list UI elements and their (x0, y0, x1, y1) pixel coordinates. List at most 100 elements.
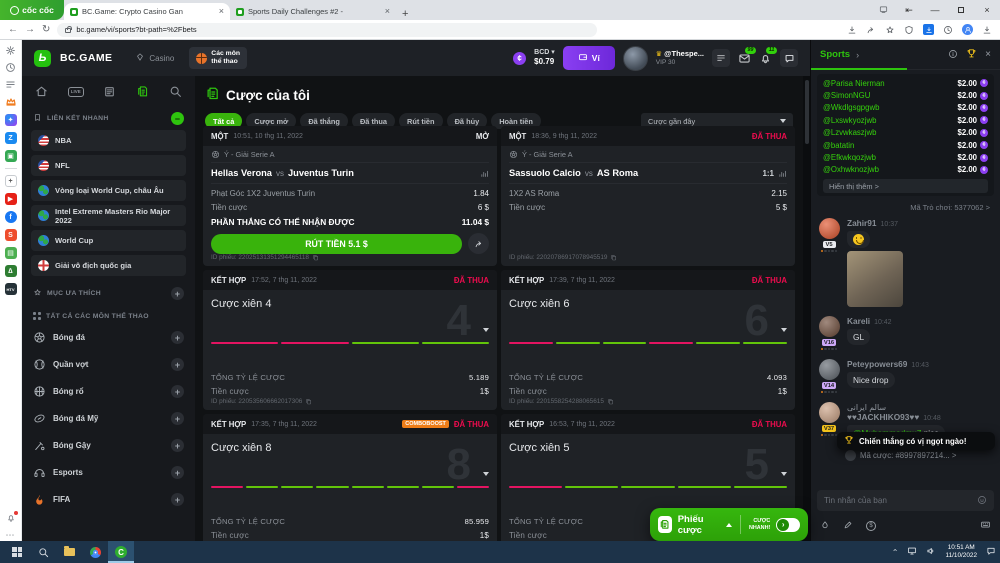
quick-link-item[interactable]: World Cup (31, 230, 186, 251)
taskbar-search-button[interactable] (30, 541, 56, 563)
info-icon[interactable] (948, 46, 958, 64)
new-tab-button[interactable]: + (402, 8, 408, 20)
coccoc-taskbar-button[interactable]: C (108, 541, 134, 563)
start-button[interactable] (4, 541, 30, 563)
quick-link-item[interactable]: Vòng loại World Cup, châu Âu (31, 180, 186, 201)
bet-card[interactable]: MỘT18:36, 9 thg 11, 2022ĐÃ THUAÝ - Giải … (501, 126, 795, 266)
tray-expand-icon[interactable]: ⌃ (892, 548, 899, 557)
notifications-icon[interactable] (5, 512, 17, 524)
add-icon[interactable]: + (5, 175, 17, 187)
quick-link-item[interactable]: Giải vô địch quốc gia (31, 255, 186, 276)
games-icon[interactable]: ▣ (5, 150, 17, 162)
winner-row[interactable]: @batatin$2.00¢ (823, 139, 988, 151)
rain-icon[interactable] (820, 517, 830, 535)
scrollbar-thumb[interactable] (805, 80, 809, 144)
winner-row[interactable]: @Lxswkyozjwb$2.00¢ (823, 114, 988, 126)
browser-tab-bcgame[interactable]: BC.Game: Crypto Casino Gan × (64, 3, 230, 20)
keyboard-icon[interactable] (980, 517, 991, 535)
facebook-icon[interactable]: f (5, 211, 17, 223)
betslip-button[interactable]: Phiếu cược CƯỢCNHANH! › (650, 508, 808, 541)
cashout-button[interactable]: RÚT TIỀN 5.1 $ (211, 234, 462, 254)
add-favorite-button[interactable]: + (171, 287, 184, 300)
sidebar-sport-item[interactable]: Esports+ (31, 460, 186, 485)
cast-icon[interactable] (870, 5, 896, 16)
action-center-icon[interactable] (986, 543, 996, 561)
wallet-button[interactable]: Ví (563, 46, 615, 70)
winner-row[interactable]: @Parisa Nierman$2.00¢ (823, 77, 988, 89)
maximize-button[interactable] (948, 5, 974, 15)
adblock-shield-icon[interactable] (904, 25, 914, 35)
taskbar-clock[interactable]: 10:51 AM 11/10/2022 (945, 544, 977, 561)
more-icon[interactable]: ⋯ (6, 530, 16, 541)
coccoc-brand-button[interactable]: cốc cốc (0, 0, 64, 20)
bet-card[interactable]: KẾT HỢP17:35, 7 thg 11, 2022COMBOBOOSTĐÃ… (203, 414, 497, 541)
shop-icon[interactable]: ▤ (5, 247, 17, 259)
chat-toggle-button[interactable] (780, 49, 798, 67)
sidebar-search-icon[interactable] (169, 85, 182, 98)
history-icon[interactable] (5, 62, 16, 73)
stats-chart-icon[interactable] (480, 169, 489, 178)
browser-tab-challenges[interactable]: Sports Daily Challenges #2 - × (230, 3, 396, 20)
chat-tab-sports[interactable]: Sports (820, 49, 850, 60)
sidebar-sport-item[interactable]: Quần vợt+ (31, 352, 186, 377)
save-page-icon[interactable] (847, 25, 857, 35)
file-explorer-button[interactable] (56, 541, 82, 563)
caret-down-icon[interactable] (781, 328, 787, 332)
network-icon[interactable] (907, 543, 917, 561)
back-icon[interactable]: ← (8, 24, 18, 35)
sidebar-home-icon[interactable] (35, 85, 48, 98)
tab-close-icon[interactable]: × (219, 7, 224, 16)
downloads-tray-icon[interactable] (982, 25, 992, 35)
messenger-icon[interactable]: ✦ (5, 114, 17, 126)
sidebar-sport-item[interactable]: Bóng rổ+ (31, 379, 186, 404)
winner-row[interactable]: @SimonNGU$2.00¢ (823, 89, 988, 101)
sidebar-sport-item[interactable]: Bóng Gậy+ (31, 433, 186, 458)
user-avatar[interactable] (623, 46, 648, 71)
stats-chart-icon[interactable] (778, 169, 787, 178)
game-id-link[interactable]: Mã Trò chơi: 5377062 > (910, 203, 990, 212)
expand-sport-button[interactable]: + (171, 439, 184, 452)
minimize-button[interactable]: — (922, 5, 948, 15)
sidebar-sport-item[interactable]: Bóng đá+ (31, 325, 186, 350)
bcgame-logo-icon[interactable]: Ь (34, 50, 51, 67)
tab-close-icon[interactable]: × (385, 7, 390, 16)
quick-link-item[interactable]: NFL (31, 155, 186, 176)
chat-input[interactable] (824, 496, 972, 505)
main-scrollbar[interactable] (803, 76, 810, 541)
winner-row[interactable]: @Wkdlgsgpgwb$2.00¢ (823, 102, 988, 114)
expand-sport-button[interactable]: + (171, 385, 184, 398)
show-more-button[interactable]: Hiển thị thêm > (823, 179, 988, 193)
avatar[interactable] (819, 402, 840, 423)
close-chat-icon[interactable]: × (985, 49, 991, 60)
balance-selector[interactable]: BCD ▾ $0.79 (534, 49, 555, 66)
expand-sport-button[interactable]: + (171, 331, 184, 344)
chrome-button[interactable] (82, 541, 108, 563)
avatar[interactable] (819, 218, 840, 239)
chat-image[interactable] (847, 251, 903, 307)
shopee-icon[interactable]: S (5, 229, 17, 241)
expand-sport-button[interactable]: + (171, 412, 184, 425)
trophy-icon[interactable] (966, 46, 977, 64)
copy-icon[interactable] (610, 254, 617, 261)
tip-coin-icon[interactable]: $ (866, 521, 876, 531)
bet-card[interactable]: KẾT HỢP17:39, 7 thg 11, 2022ĐÃ THUACược … (501, 270, 795, 410)
avatar[interactable] (819, 316, 840, 337)
winner-row[interactable]: @Efkwkqozjwb$2.00¢ (823, 151, 988, 163)
url-field[interactable]: bc.game/vi/sports?bt-path=%2Fbets (57, 23, 597, 37)
sidebar-schedule-icon[interactable] (103, 85, 116, 98)
sidebar-sport-item[interactable]: FIFA+ (31, 487, 186, 512)
user-info[interactable]: ♛ @Thespe... VIP 30 (656, 49, 704, 67)
expand-sport-button[interactable]: + (171, 493, 184, 506)
bet-list-button[interactable] (712, 49, 730, 67)
chevron-right-icon[interactable]: › (856, 50, 859, 60)
rewards-icon[interactable] (5, 96, 17, 108)
volume-icon[interactable] (926, 543, 936, 561)
quick-bet-toggle[interactable]: › (776, 518, 800, 532)
collapse-quick-links-button[interactable]: − (171, 112, 184, 125)
share-bet-button[interactable] (468, 233, 489, 254)
nav-sports[interactable]: Các mônthể thao (189, 47, 247, 70)
avatar[interactable] (819, 359, 840, 380)
winner-row[interactable]: @Lzvwkaszjwb$2.00¢ (823, 127, 988, 139)
share-icon[interactable] (866, 25, 876, 35)
bet-code-message[interactable]: Mã cược: #8997897214... > (845, 450, 996, 461)
